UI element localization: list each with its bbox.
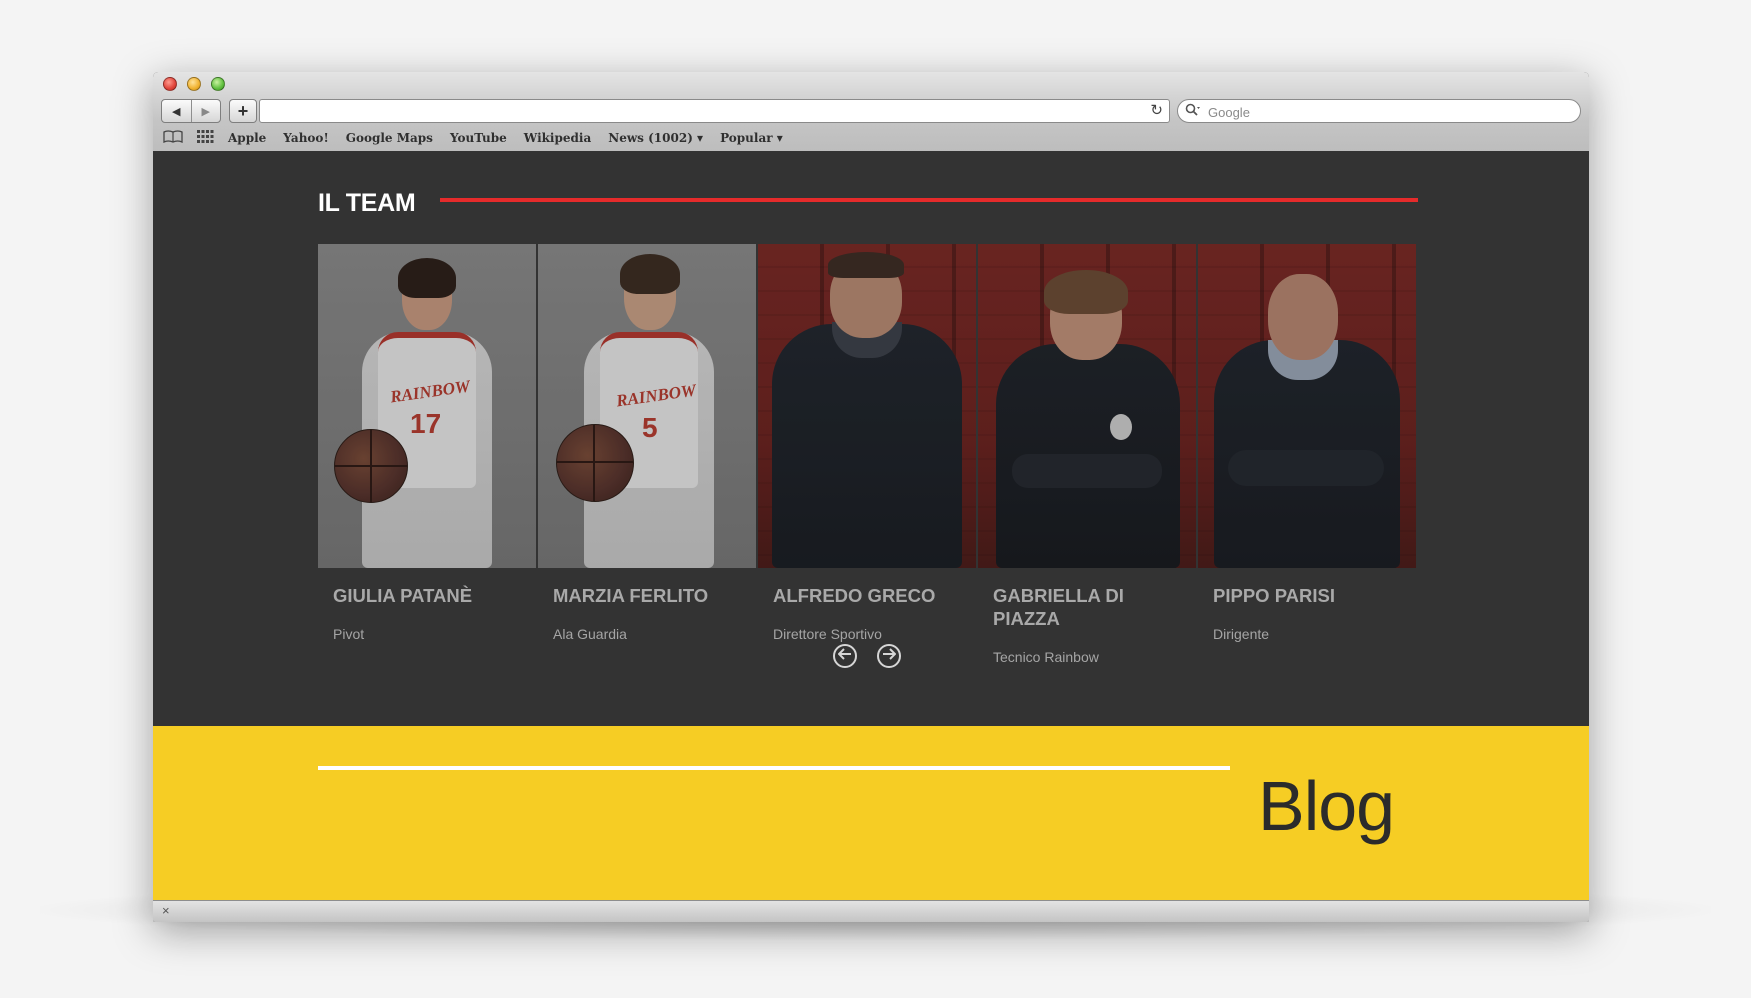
member-role: Tecnico Rainbow [993, 649, 1099, 665]
member-name: PIPPO PARISI [1213, 585, 1335, 606]
back-button[interactable]: ◀ [162, 100, 191, 122]
grid-icon[interactable] [197, 129, 214, 147]
team-card[interactable]: ALFREDO GRECO Direttore Sportivo [758, 244, 976, 664]
member-name: MARZIA FERLITO [553, 585, 709, 606]
member-role: Dirigente [1213, 626, 1270, 642]
status-bar: × [153, 900, 1589, 922]
member-photo: RAINBOW 17 [318, 244, 536, 568]
team-card[interactable]: PIPPO PARISI Dirigente [1198, 244, 1416, 664]
member-role: Ala Guardia [553, 626, 627, 642]
blog-section: Blog [153, 726, 1589, 900]
bookmark-apple[interactable]: Apple [228, 131, 266, 145]
search-input[interactable] [1206, 102, 1570, 122]
member-role: Direttore Sportivo [773, 626, 882, 642]
team-card[interactable]: RAINBOW 5 MARZIA FERLITO Ala Guardia [538, 244, 756, 664]
back-arrow-icon: ◀ [172, 105, 181, 118]
blog-divider [318, 766, 1230, 770]
bookmarks-bar: Apple Yahoo! Google Maps YouTube Wikiped… [163, 128, 800, 148]
member-photo: RAINBOW 5 [538, 244, 756, 568]
carousel-next-button[interactable] [877, 644, 901, 668]
search-field[interactable] [1177, 99, 1581, 123]
member-name: ALFREDO GRECO [773, 585, 936, 606]
blog-title: Blog [1258, 767, 1395, 845]
close-window-button[interactable] [163, 77, 177, 91]
forward-button[interactable]: ▶ [190, 100, 221, 122]
carousel-prev-button[interactable] [833, 644, 857, 668]
bookmark-wikipedia[interactable]: Wikipedia [524, 131, 591, 145]
member-photo [978, 244, 1196, 568]
search-icon [1185, 103, 1201, 120]
bookmark-yahoo[interactable]: Yahoo! [283, 131, 328, 145]
book-icon[interactable] [163, 129, 183, 147]
add-bookmark-button[interactable]: + [229, 99, 257, 123]
section-title: IL TEAM [318, 189, 416, 217]
forward-arrow-icon: ▶ [201, 105, 210, 118]
browser-toolbar: ◀ ▶ + ↻ Apple Yahoo! Google [153, 72, 1589, 152]
bookmark-youtube[interactable]: YouTube [450, 131, 507, 145]
browser-window: ◀ ▶ + ↻ Apple Yahoo! Google [153, 72, 1589, 922]
team-card[interactable]: RAINBOW 17 GIULIA PATANÈ Pivot [318, 244, 536, 664]
member-photo [758, 244, 976, 568]
nav-buttons: ◀ ▶ [161, 99, 221, 123]
arrow-right-circle-icon [882, 647, 897, 665]
web-page: IL TEAM RAINBOW 17 GIULIA PATANÈ Pivot R… [153, 151, 1589, 900]
arrow-left-circle-icon [837, 647, 852, 665]
member-name: GABRIELLA DI PIAZZA [993, 585, 1124, 629]
zoom-window-button[interactable] [211, 77, 225, 91]
bookmark-google-maps[interactable]: Google Maps [346, 131, 433, 145]
member-photo [1198, 244, 1416, 568]
address-bar[interactable]: ↻ [259, 99, 1170, 123]
minimize-window-button[interactable] [187, 77, 201, 91]
member-role: Pivot [333, 626, 365, 642]
bookmark-popular-dropdown[interactable]: Popular ▾ [720, 131, 783, 145]
carousel-controls [833, 644, 901, 668]
team-card[interactable]: GABRIELLA DI PIAZZA Tecnico Rainbow [978, 244, 1196, 665]
member-name: GIULIA PATANÈ [333, 585, 473, 606]
title-divider [440, 198, 1418, 202]
reload-icon[interactable]: ↻ [1150, 100, 1163, 122]
bookmark-news-dropdown[interactable]: News (1002) ▾ [608, 131, 703, 145]
close-icon[interactable]: × [162, 903, 170, 918]
